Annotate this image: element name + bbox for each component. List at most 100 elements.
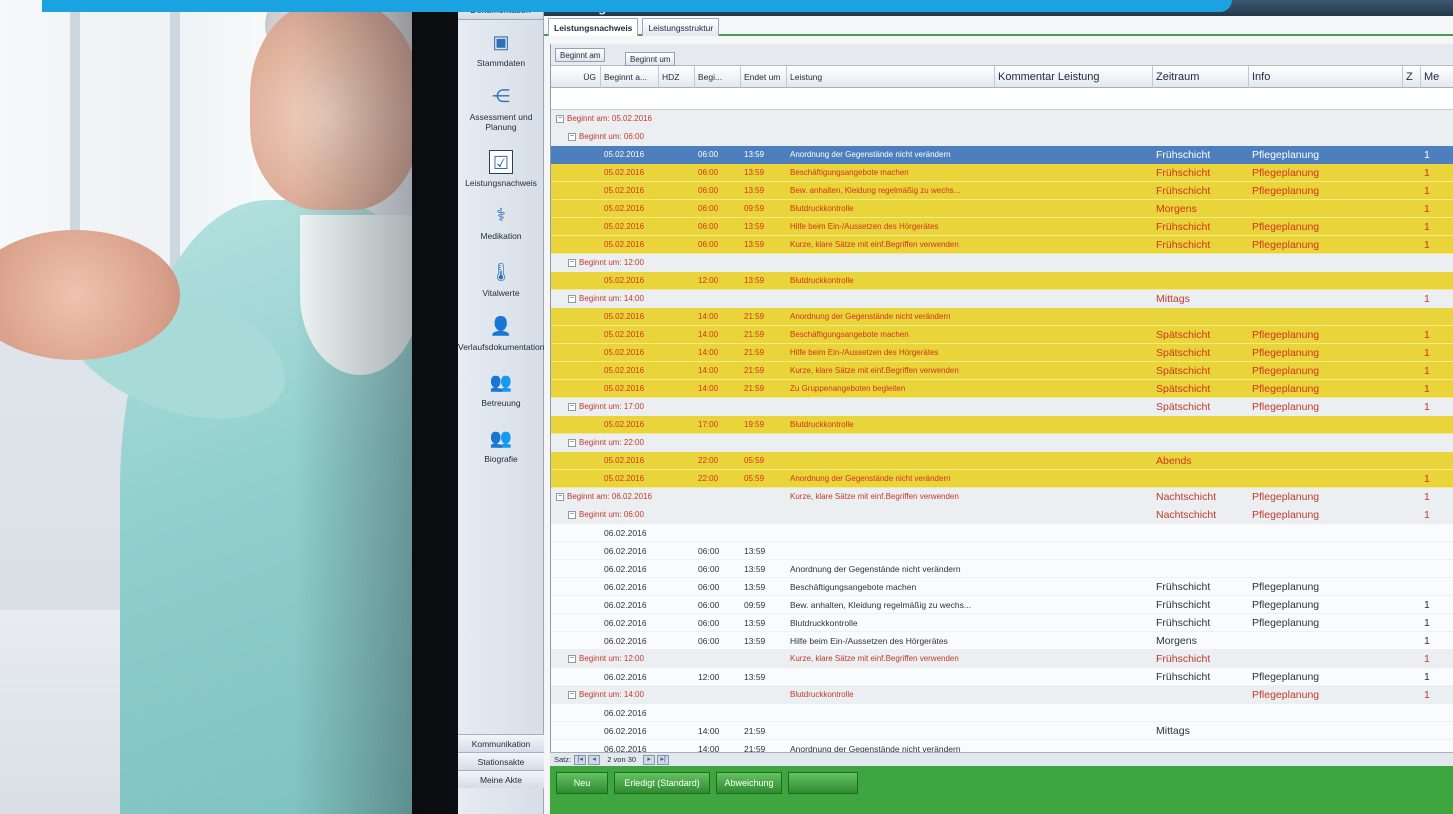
column-header-z[interactable]: Z bbox=[1403, 66, 1421, 88]
group-row[interactable]: − Beginnt um: 12:00 bbox=[551, 254, 1453, 272]
collapse-toggle-icon[interactable]: − bbox=[556, 114, 564, 123]
table-row[interactable]: 06.02.2016 12:00 13:59 Frühschicht Pflegepla… bbox=[551, 668, 1453, 686]
group-row[interactable]: − Beginnt um: 06:00 Nachtschicht Pflegeplan… bbox=[551, 506, 1453, 524]
table-row[interactable]: 05.02.2016 22:00 05:59 Anordnung der Gegens… bbox=[551, 470, 1453, 488]
table-row[interactable]: 06.02.2016 06:00 13:59 Blutdruckkontrolle Fr… bbox=[551, 614, 1453, 632]
table-row[interactable]: 05.02.2016 14:00 21:59 Beschäftigungsangebo… bbox=[551, 326, 1453, 344]
group-row[interactable]: − Beginnt um: 14:00 Mittags 1 bbox=[551, 290, 1453, 308]
cell-me: 1 bbox=[1424, 365, 1430, 377]
collapse-toggle-icon[interactable]: − bbox=[568, 294, 576, 303]
cell-date: 05.02.2016 bbox=[604, 204, 645, 213]
column-header-beginnt-um[interactable]: Begi... bbox=[695, 66, 741, 88]
cell-date: 05.02.2016 bbox=[604, 312, 645, 321]
collapse-toggle-icon[interactable]: − bbox=[568, 132, 576, 141]
nav-item-leistungsnachweis[interactable]: ☑ Leistungsnachweis bbox=[458, 150, 544, 188]
column-header-info[interactable]: Info bbox=[1249, 66, 1403, 88]
tab-leistungsnachweis[interactable]: Leistungsnachweis bbox=[548, 18, 639, 36]
table-row[interactable]: 06.02.2016 06:00 13:59 Anordnung der Gegens… bbox=[551, 560, 1453, 578]
table-row[interactable]: 05.02.2016 14:00 21:59 Anordnung der Gegens… bbox=[551, 308, 1453, 326]
pager-prev-button[interactable]: ◂ bbox=[588, 755, 601, 766]
table-row[interactable]: 06.02.2016 06:00 13:59 Hilfe beim Ein-/Auss… bbox=[551, 632, 1453, 650]
collapse-toggle-icon[interactable]: − bbox=[556, 492, 564, 501]
card-icon: ▣ bbox=[492, 32, 510, 52]
cell-date: 06.02.2016 bbox=[604, 726, 647, 736]
column-header-beginnt-am[interactable]: Beginnt a... bbox=[601, 66, 659, 88]
table-row[interactable]: 05.02.2016 06:00 13:59 Kurze, klare Sätze m… bbox=[551, 236, 1453, 254]
column-header-leistung[interactable]: Leistung bbox=[787, 66, 995, 88]
table-row[interactable]: 05.02.2016 06:00 13:59 Bew. anhalten, Kleid… bbox=[551, 182, 1453, 200]
column-header-kommentar[interactable]: Kommentar Leistung bbox=[995, 66, 1153, 88]
nav-item-vitalwerte[interactable]: 🌡 Vitalwerte bbox=[458, 260, 544, 298]
cell-start: 12:00 bbox=[698, 276, 719, 285]
group-row[interactable]: − Beginnt um: 22:00 bbox=[551, 434, 1453, 452]
table-row[interactable]: 06.02.2016 bbox=[551, 524, 1453, 542]
table-row[interactable]: 05.02.2016 22:00 05:59 Abends bbox=[551, 452, 1453, 470]
collapse-toggle-icon[interactable]: − bbox=[568, 438, 576, 447]
group-label-text: Beginnt um: 06:00 bbox=[579, 510, 644, 519]
nav-bottom-kommunikation[interactable]: Kommunikation bbox=[458, 734, 544, 752]
collapse-toggle-icon[interactable]: − bbox=[568, 654, 576, 663]
table-row[interactable]: 06.02.2016 06:00 13:59 bbox=[551, 542, 1453, 560]
table-row[interactable]: 05.02.2016 17:00 19:59 Blutdruckkontrolle bbox=[551, 416, 1453, 434]
pager-next-button[interactable]: ▸ bbox=[643, 755, 656, 766]
collapse-toggle-icon[interactable]: − bbox=[568, 510, 576, 519]
table-row[interactable]: 06.02.2016 06:00 09:59 Bew. anhalten, Kleid… bbox=[551, 596, 1453, 614]
medication-icon: ⚕ bbox=[496, 205, 506, 225]
background-photo bbox=[0, 0, 420, 814]
group-row[interactable]: − Beginnt um: 14:00 Blutdruckkontrolle Pfle… bbox=[551, 686, 1453, 704]
group-row[interactable]: − Beginnt um: 12:00 Kurze, klare Sätze mit… bbox=[551, 650, 1453, 668]
group-label: − Beginnt um: 06:00 bbox=[565, 506, 785, 524]
table-row[interactable]: 05.02.2016 06:00 13:59 Beschäftigungsangebo… bbox=[551, 164, 1453, 182]
table-row[interactable]: 05.02.2016 06:00 09:59 Blutdruckkontrolle Mo… bbox=[551, 200, 1453, 218]
cell-date: 06.02.2016 bbox=[604, 636, 647, 646]
group-row[interactable]: − Beginnt am: 05.02.2016 bbox=[551, 110, 1453, 128]
brand-bar bbox=[42, 0, 1232, 12]
group-label: − Beginnt am: 05.02.2016 bbox=[553, 110, 773, 128]
table-row[interactable]: 06.02.2016 bbox=[551, 704, 1453, 722]
column-header-zeitraum[interactable]: Zeitraum bbox=[1153, 66, 1249, 88]
nav-item-betreuung[interactable]: 👥 Betreuung bbox=[458, 370, 544, 408]
done-standard-button[interactable]: Erledigt (Standard) bbox=[614, 772, 710, 794]
nav-item-assessment[interactable]: ⋲ Assessment und Planung bbox=[458, 84, 544, 132]
pager-last-button[interactable]: ▸| bbox=[657, 755, 670, 766]
table-row[interactable]: 05.02.2016 14:00 21:59 Zu Gruppenangeboten … bbox=[551, 380, 1453, 398]
nav-item-biografie[interactable]: 👥 Biografie bbox=[458, 426, 544, 464]
nav-item-stammdaten[interactable]: ▣ Stammdaten bbox=[458, 30, 544, 68]
new-button[interactable]: Neu bbox=[556, 772, 608, 794]
column-header-ug[interactable]: ÜG bbox=[551, 66, 601, 88]
collapse-toggle-icon[interactable]: − bbox=[568, 258, 576, 267]
pager-position: 2 von 30 bbox=[607, 755, 637, 764]
group-chip-beginnt-um[interactable]: Beginnt um bbox=[625, 52, 676, 66]
table-row[interactable]: 05.02.2016 14:00 21:59 Kurze, klare Sätze m… bbox=[551, 362, 1453, 380]
collapse-toggle-icon[interactable]: − bbox=[568, 690, 576, 699]
group-row[interactable]: − Beginnt am: 06.02.2016 Kurze, klare Sätz… bbox=[551, 488, 1453, 506]
filter-row[interactable] bbox=[551, 88, 1453, 110]
collapse-toggle-icon[interactable]: − bbox=[568, 402, 576, 411]
cell-leistung: Kurze, klare Sätze mit einf.Begriffen ve… bbox=[790, 654, 959, 663]
deviation-button[interactable]: Abweichung bbox=[716, 772, 782, 794]
group-row[interactable]: − Beginnt um: 17:00 Spätschicht Pflegeplanu… bbox=[551, 398, 1453, 416]
table-row[interactable]: 05.02.2016 06:00 13:59 Anordnung der Gegens… bbox=[551, 146, 1453, 164]
cell-end: 21:59 bbox=[744, 348, 765, 357]
nav-bottom-meine-akte[interactable]: Meine Akte bbox=[458, 770, 544, 788]
group-chip-beginnt-am[interactable]: Beginnt am bbox=[555, 48, 606, 62]
cell-date: 05.02.2016 bbox=[604, 456, 645, 465]
group-label-text: Beginnt um: 17:00 bbox=[579, 402, 644, 411]
table-row[interactable]: 05.02.2016 12:00 13:59 Blutdruckkontrolle bbox=[551, 272, 1453, 290]
pager-first-button[interactable]: |◂ bbox=[574, 755, 587, 766]
tab-leistungsstruktur[interactable]: Leistungsstruktur bbox=[642, 18, 720, 36]
column-header-endet-um[interactable]: Endet um bbox=[741, 66, 787, 88]
table-row[interactable]: 05.02.2016 06:00 13:59 Hilfe beim Ein-/Auss… bbox=[551, 218, 1453, 236]
cell-zeitraum: Frühschicht bbox=[1156, 239, 1211, 251]
nav-bottom-stationsakte[interactable]: Stationsakte bbox=[458, 752, 544, 770]
nav-item-medikation[interactable]: ⚕ Medikation bbox=[458, 203, 544, 241]
column-header-hdz[interactable]: HDZ bbox=[659, 66, 695, 88]
table-row[interactable]: 05.02.2016 14:00 21:59 Hilfe beim Ein-/Auss… bbox=[551, 344, 1453, 362]
cell-info: Pflegeplanung bbox=[1252, 383, 1320, 395]
column-header-me[interactable]: Me bbox=[1421, 66, 1453, 88]
table-row[interactable]: 06.02.2016 14:00 21:59 Mittags bbox=[551, 722, 1453, 740]
nav-item-verlaufsdokumentation[interactable]: 👤 Verlaufsdokumentation bbox=[458, 314, 544, 352]
table-row[interactable]: 06.02.2016 06:00 13:59 Beschäftigungsangebo… bbox=[551, 578, 1453, 596]
group-row[interactable]: − Beginnt um: 06:00 bbox=[551, 128, 1453, 146]
more-button[interactable] bbox=[788, 772, 858, 794]
